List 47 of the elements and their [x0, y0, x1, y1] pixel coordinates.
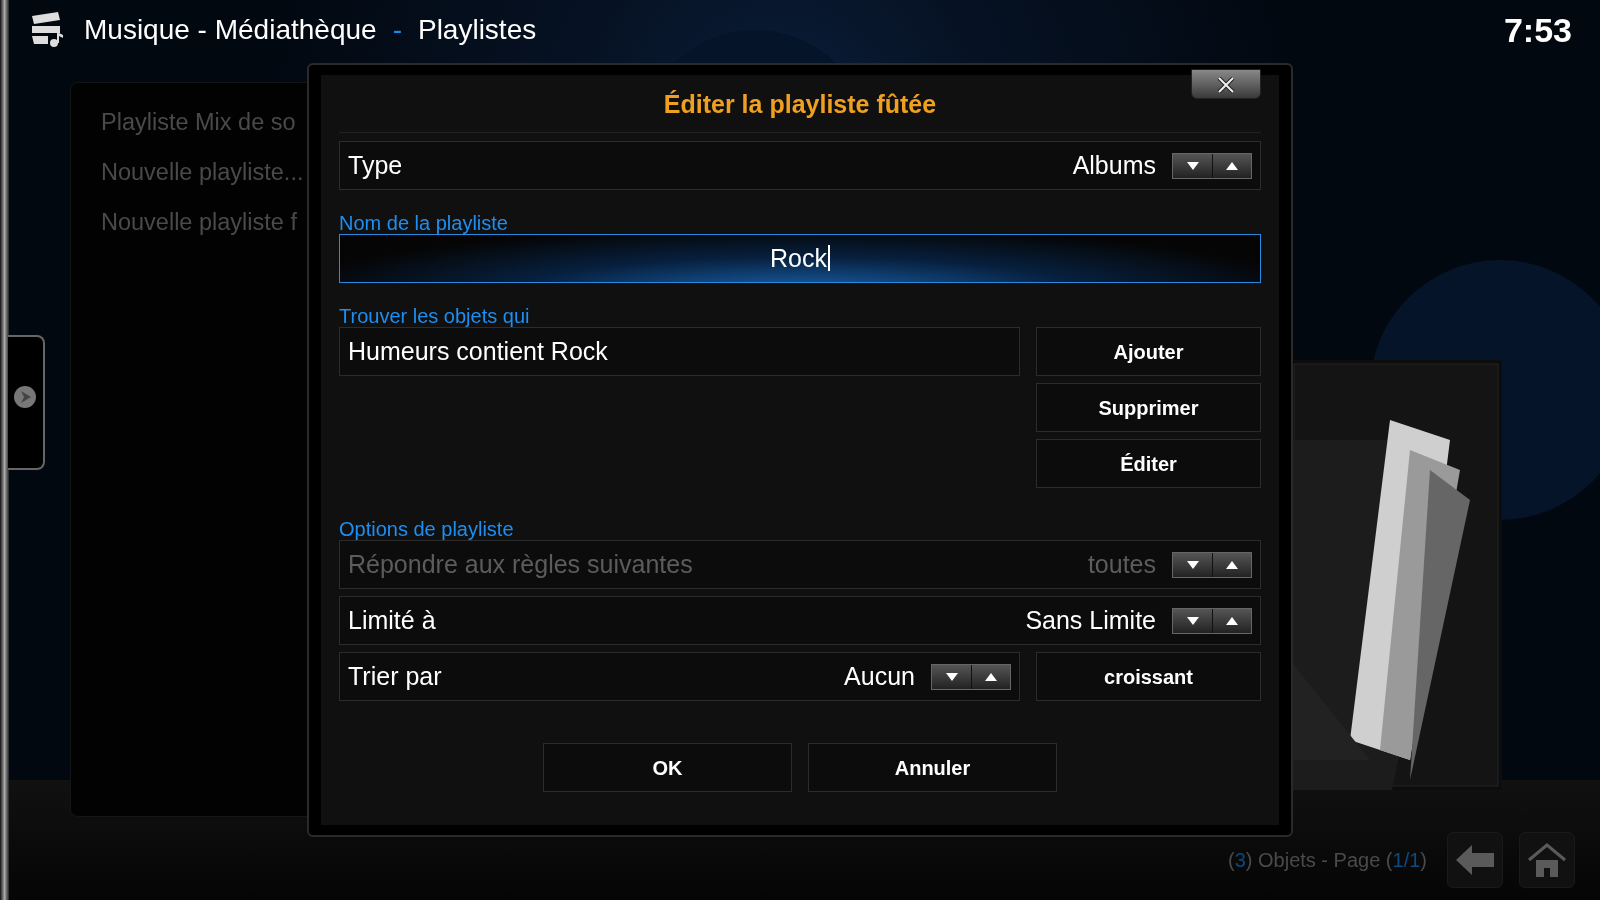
option-row[interactable]: Type Albums: [339, 141, 1261, 190]
down-triangle-icon: [1185, 559, 1200, 570]
section-heading: Nom de la playliste: [339, 211, 509, 234]
option-value: toutes: [1087, 548, 1156, 580]
down-triangle-icon: [1185, 160, 1200, 171]
item-count-text: (3) Objets - Page (1/1): [1228, 848, 1427, 873]
close-icon: [1217, 76, 1235, 93]
rule-item[interactable]: Humeurs contient Rock: [339, 327, 1020, 376]
back-arrow-icon: [1456, 845, 1494, 875]
text-cursor: [828, 245, 830, 271]
side-tab[interactable]: [8, 335, 45, 470]
spinner-control[interactable]: [1172, 607, 1252, 634]
section-title: Playlistes: [417, 13, 537, 47]
option-label: Type: [348, 149, 403, 181]
option-row[interactable]: Limité à Sans Limite: [339, 596, 1261, 645]
window-title: Musique - Médiathèque: [84, 13, 377, 47]
dialog-button[interactable]: Annuler: [808, 743, 1057, 792]
option-label: Répondre aux règles suivantes: [348, 548, 693, 580]
name-input-field[interactable]: Rock: [339, 234, 1261, 283]
back-button[interactable]: [1447, 832, 1503, 888]
down-triangle-icon: [1185, 615, 1200, 626]
down-triangle-icon: [944, 671, 959, 682]
option-row[interactable]: Trier par Aucun: [339, 652, 1020, 701]
rule-button[interactable]: Éditer: [1036, 439, 1261, 488]
sort-order-button[interactable]: croissant: [1036, 652, 1261, 701]
home-button[interactable]: [1519, 832, 1575, 888]
up-triangle-icon: [1225, 160, 1239, 171]
rule-button[interactable]: Supprimer: [1036, 383, 1261, 432]
home-icon: [1528, 843, 1566, 877]
option-value: Aucun: [844, 660, 915, 692]
up-triangle-icon: [1225, 559, 1239, 570]
dialog-button[interactable]: OK: [543, 743, 792, 792]
up-triangle-icon: [984, 671, 998, 682]
clock: 7:53: [1503, 9, 1572, 51]
section-heading: Trouver les objets qui: [339, 304, 531, 327]
up-triangle-icon: [1225, 615, 1239, 626]
option-value: Albums: [1072, 149, 1156, 181]
spinner-control[interactable]: [1172, 152, 1252, 179]
rule-button[interactable]: Ajouter: [1036, 327, 1261, 376]
option-value: Sans Limite: [1025, 604, 1156, 636]
option-label: Limité à: [348, 604, 436, 636]
option-label: Trier par: [348, 660, 442, 692]
spinner-control[interactable]: [931, 663, 1011, 690]
title-separator: -: [392, 13, 402, 47]
dialog-title: Éditer la playliste fûtée: [339, 75, 1261, 133]
section-heading: Options de playliste: [339, 517, 515, 540]
close-button[interactable]: [1191, 69, 1261, 99]
